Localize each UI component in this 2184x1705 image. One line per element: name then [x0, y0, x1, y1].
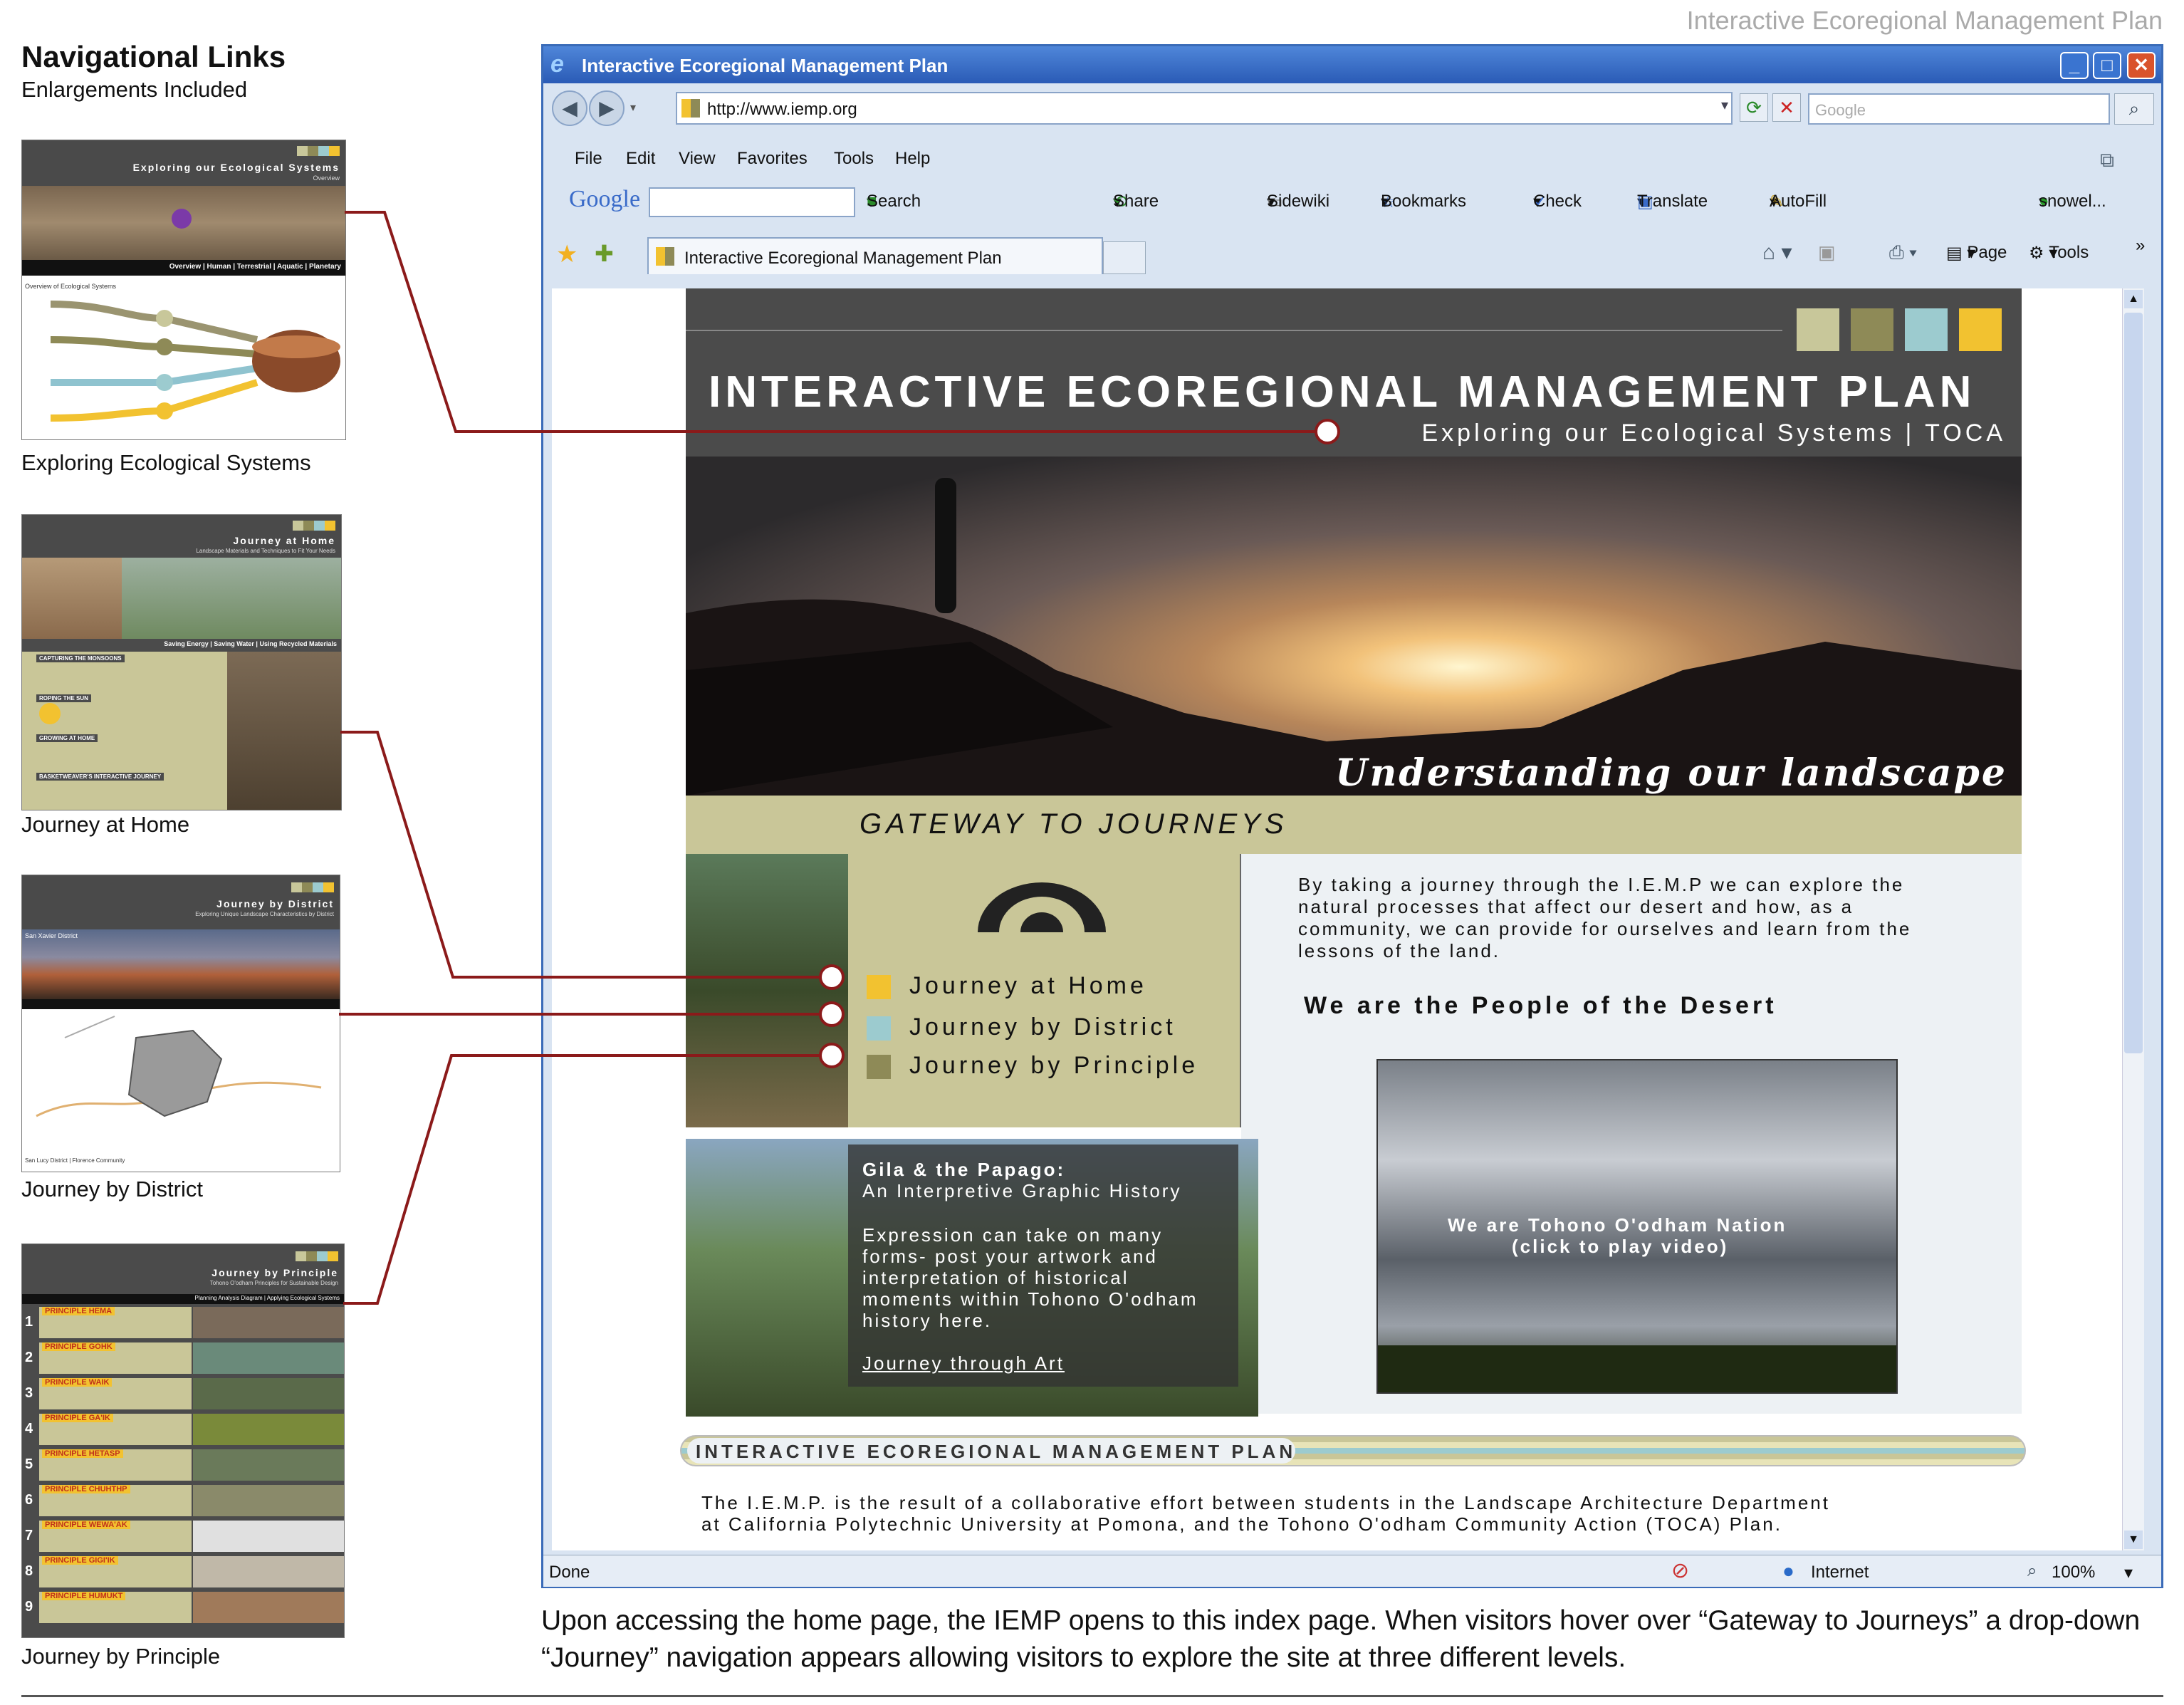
callout-node-district: [819, 1001, 845, 1027]
callout-node-home: [819, 964, 845, 990]
callout-node-ecological: [1315, 419, 1340, 444]
callout-node-principle: [819, 1043, 845, 1068]
callout-line-ecological: [345, 211, 1327, 433]
callout-lines: [339, 211, 1327, 1305]
callout-line-principle: [343, 1054, 823, 1305]
callout-line-home: [340, 731, 823, 979]
